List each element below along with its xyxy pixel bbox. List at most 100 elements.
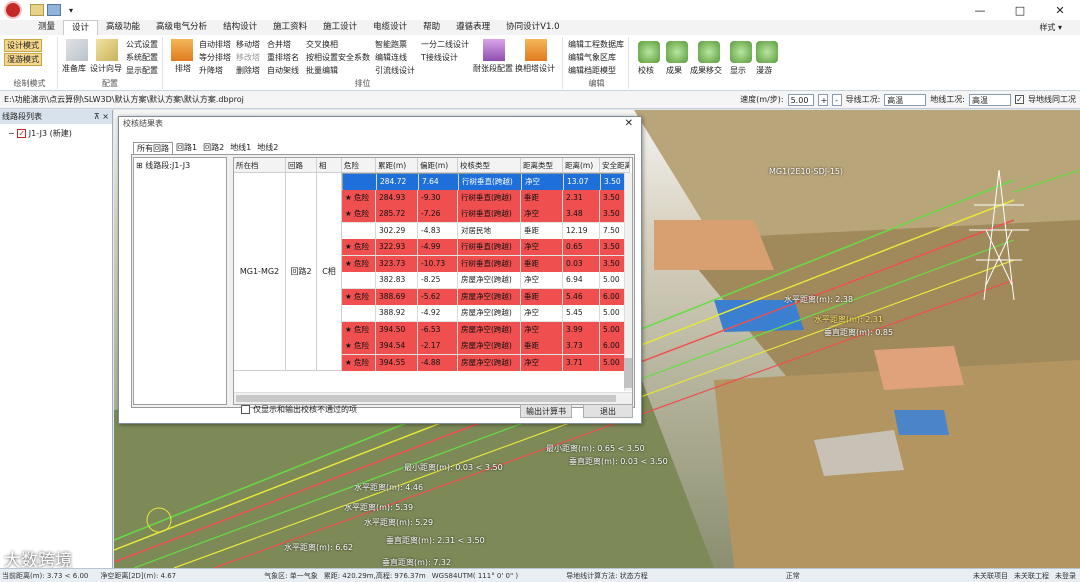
modify-tower-button[interactable]: 移改塔 [236, 52, 260, 63]
safety-factor-button[interactable]: 按相设置安全系数 [306, 52, 370, 63]
table-row[interactable]: 382.83 -8.25 房屋净空(跨越) 净空 6.94 5.00 [342, 272, 630, 289]
tab-construction-design[interactable]: 施工设计 [315, 20, 365, 35]
col-header[interactable]: 回路 [286, 158, 317, 173]
table-row[interactable]: ★ 危险 394.50 -6.53 房屋净空(跨越) 净空 3.99 5.00 [342, 321, 630, 338]
quick-access-dropdown-icon[interactable]: ▾ [69, 6, 73, 15]
move-tower-button[interactable]: 移动塔 [236, 39, 260, 50]
check-button[interactable]: 校核 [638, 65, 654, 76]
wizard-button[interactable]: 设计向导 [90, 63, 122, 74]
tab-structure[interactable]: 结构设计 [215, 20, 265, 35]
table-row[interactable]: ★ 危险 388.69 -5.62 房屋净空(跨越) 垂距 5.46 6.00 [342, 288, 630, 305]
table-row[interactable]: 284.72 7.64 行树垂直(跨越) 净空 13.07 3.50 [342, 173, 631, 190]
minimize-button[interactable]: — [960, 4, 1000, 17]
handover-button[interactable]: 成果移交 [690, 65, 722, 76]
tree-expander-icon[interactable]: − [8, 129, 15, 138]
col-header[interactable]: 距离(m) [563, 158, 600, 173]
col-header[interactable]: 累距(m) [376, 158, 418, 173]
tension-config-button[interactable]: 耐张段配置 [473, 63, 513, 74]
vscroll-thumb[interactable] [624, 358, 632, 388]
roam-button[interactable]: 漫游 [756, 65, 772, 76]
col-header[interactable]: 偏距(m) [418, 158, 458, 173]
cross-phase-button[interactable]: 交叉换相 [306, 39, 338, 50]
col-header[interactable]: 相 [317, 158, 342, 173]
col-header[interactable]: 危险 [342, 158, 376, 173]
edit-project-db-button[interactable]: 编辑工程数据库 [568, 39, 624, 50]
tree-node-segment[interactable]: 线路段:J1-J3 [145, 161, 190, 170]
tab-construction-data[interactable]: 施工资料 [265, 20, 315, 35]
style-menu[interactable]: 样式 ▾ [1039, 22, 1062, 33]
tab-electrical[interactable]: 高级电气分析 [148, 20, 215, 35]
lead-wire-button[interactable]: 引流线设计 [375, 65, 415, 76]
panel-pin-close[interactable]: ⊼ × [94, 110, 109, 124]
exit-button[interactable]: 退出 [583, 404, 633, 418]
table-row[interactable]: ★ 危险 285.72 -7.26 行树垂直(跨越) 净空 3.48 3.50 [342, 206, 630, 223]
t-line-button[interactable]: T接线设计 [421, 52, 458, 63]
system-config-button[interactable]: 系统配置 [126, 52, 158, 63]
maximize-button[interactable]: □ [1000, 4, 1040, 17]
table-vscroll[interactable] [624, 173, 632, 391]
smart-run-button[interactable]: 智能跑票 [375, 39, 407, 50]
table-row[interactable]: ★ 危险 394.55 -4.88 房屋净空(跨越) 净空 3.71 5.00 [342, 354, 630, 371]
tab-design[interactable]: 设计 [63, 20, 99, 35]
col-header[interactable]: 安全距离 [600, 158, 630, 173]
same-cond-checkbox[interactable]: ✓ [1015, 95, 1024, 104]
tab-all-loops[interactable]: 所有回路 [133, 142, 173, 154]
tab-measure[interactable]: 测量 [30, 20, 63, 35]
save-icon[interactable] [47, 4, 61, 16]
col-header[interactable]: 距离类型 [521, 158, 563, 173]
tab-ground2[interactable]: 地线2 [254, 142, 281, 154]
line-cond-select[interactable]: 高温 [884, 93, 927, 106]
split-line-button[interactable]: 一分二线设计 [421, 39, 469, 50]
speed-decrease-button[interactable]: - [831, 93, 842, 106]
table-row[interactable]: 388.92 -4.92 房屋净空(跨越) 净空 5.45 5.00 [342, 305, 630, 322]
table-hscroll[interactable] [234, 392, 632, 404]
tab-collab[interactable]: 协同设计V1.0 [498, 20, 567, 35]
results-button[interactable]: 成果 [666, 65, 682, 76]
rename-tower-button[interactable]: 重排塔名 [267, 52, 299, 63]
edit-span-model-button[interactable]: 编辑档距模型 [568, 65, 616, 76]
ground-cond-select[interactable]: 高温 [969, 93, 1011, 106]
tree-expand-icon[interactable]: ⊞ [136, 161, 143, 170]
dialog-close-icon[interactable]: ✕ [625, 118, 633, 129]
table-row[interactable]: 302.29 -4.83 对居民地 垂距 12.19 7.50 [342, 222, 630, 239]
design-mode-button[interactable]: 设计模式 [4, 39, 42, 52]
table-row[interactable]: ★ 危险 323.73 -10.73 行树垂直(跨越) 垂距 0.03 3.50 [342, 255, 630, 272]
edit-link-button[interactable]: 编辑连线 [375, 52, 407, 63]
tab-ground1[interactable]: 地线1 [227, 142, 254, 154]
segment-checkbox[interactable]: ✓ [17, 129, 27, 138]
display-button[interactable]: 显示 [730, 65, 746, 76]
auto-wire-button[interactable]: 自动架线 [267, 65, 299, 76]
tab-loop1[interactable]: 回路1 [173, 142, 200, 154]
col-header[interactable]: 校核类型 [458, 158, 521, 173]
formula-settings-button[interactable]: 公式设置 [126, 39, 158, 50]
library-button[interactable]: 准备库 [62, 63, 86, 74]
table-row[interactable]: ★ 危险 322.93 -4.99 行树垂直(跨越) 净空 0.65 3.50 [342, 239, 630, 256]
delete-tower-button[interactable]: 删除塔 [236, 65, 260, 76]
roam-mode-button[interactable]: 湿游模式 [4, 53, 42, 66]
tab-loop2[interactable]: 回路2 [200, 142, 227, 154]
display-config-button[interactable]: 显示配置 [126, 65, 158, 76]
tab-route[interactable]: 遵循表理 [448, 20, 498, 35]
lift-tower-button[interactable]: 升降塔 [199, 65, 223, 76]
batch-edit-button[interactable]: 批量编辑 [306, 65, 338, 76]
merge-tower-button[interactable]: 合并塔 [267, 39, 291, 50]
table-row[interactable]: ★ 危险 394.54 -2.17 房屋净空(跨越) 垂距 3.73 6.00 [342, 338, 630, 355]
table-row[interactable]: ★ 危险 284.93 -9.30 行树垂直(跨越) 垂距 2.31 3.50 [342, 189, 630, 206]
hscroll-thumb[interactable] [236, 395, 616, 402]
export-report-button[interactable]: 输出计算书 [520, 404, 572, 418]
open-icon[interactable] [30, 4, 44, 16]
tree-item-j1-j3[interactable]: J1-J3 (新建) [29, 129, 72, 138]
speed-increase-button[interactable]: + [817, 93, 828, 106]
edit-weather-db-button[interactable]: 编辑气象区库 [568, 52, 616, 63]
only-failed-checkbox[interactable] [241, 405, 250, 414]
equal-tower-button[interactable]: 等分排塔 [199, 52, 231, 63]
close-button[interactable]: ✕ [1040, 4, 1080, 17]
transposition-design-button[interactable]: 换相塔设计 [515, 63, 555, 74]
place-tower-button[interactable]: 排塔 [175, 63, 191, 74]
col-header[interactable]: 所在档 [234, 158, 286, 173]
tab-help[interactable]: 帮助 [415, 20, 448, 35]
tab-advanced[interactable]: 高级功能 [98, 20, 148, 35]
speed-input[interactable]: 5.00 [787, 93, 814, 106]
tab-cable[interactable]: 电缆设计 [365, 20, 415, 35]
auto-tower-button[interactable]: 自动排塔 [199, 39, 231, 50]
